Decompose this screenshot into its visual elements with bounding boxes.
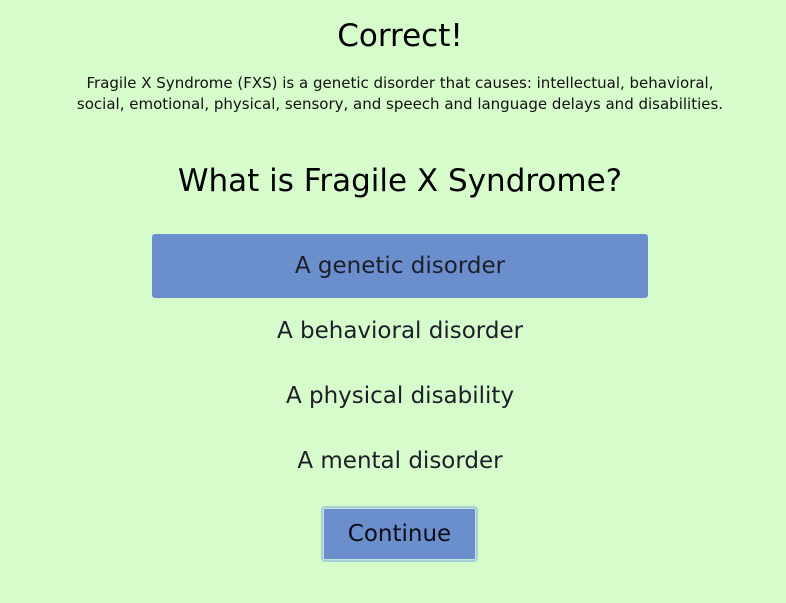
continue-button[interactable]: Continue: [321, 506, 478, 562]
result-title: Correct!: [337, 18, 463, 54]
explanation-line-2: social, emotional, physical, sensory, an…: [76, 95, 724, 113]
question-text: What is Fragile X Syndrome?: [177, 163, 623, 199]
quiz-page: Correct! Fragile X Syndrome (FXS) is a g…: [0, 0, 786, 603]
answer-option-behavioral-disorder[interactable]: A behavioral disorder: [152, 299, 648, 363]
explanation-line-1: Fragile X Syndrome (FXS) is a genetic di…: [86, 74, 714, 92]
answer-option-mental-disorder[interactable]: A mental disorder: [152, 429, 648, 493]
answer-option-physical-disability[interactable]: A physical disability: [152, 364, 648, 428]
explanation-text: Fragile X Syndrome (FXS) is a genetic di…: [0, 73, 786, 115]
answer-option-genetic-disorder[interactable]: A genetic disorder: [152, 234, 648, 298]
